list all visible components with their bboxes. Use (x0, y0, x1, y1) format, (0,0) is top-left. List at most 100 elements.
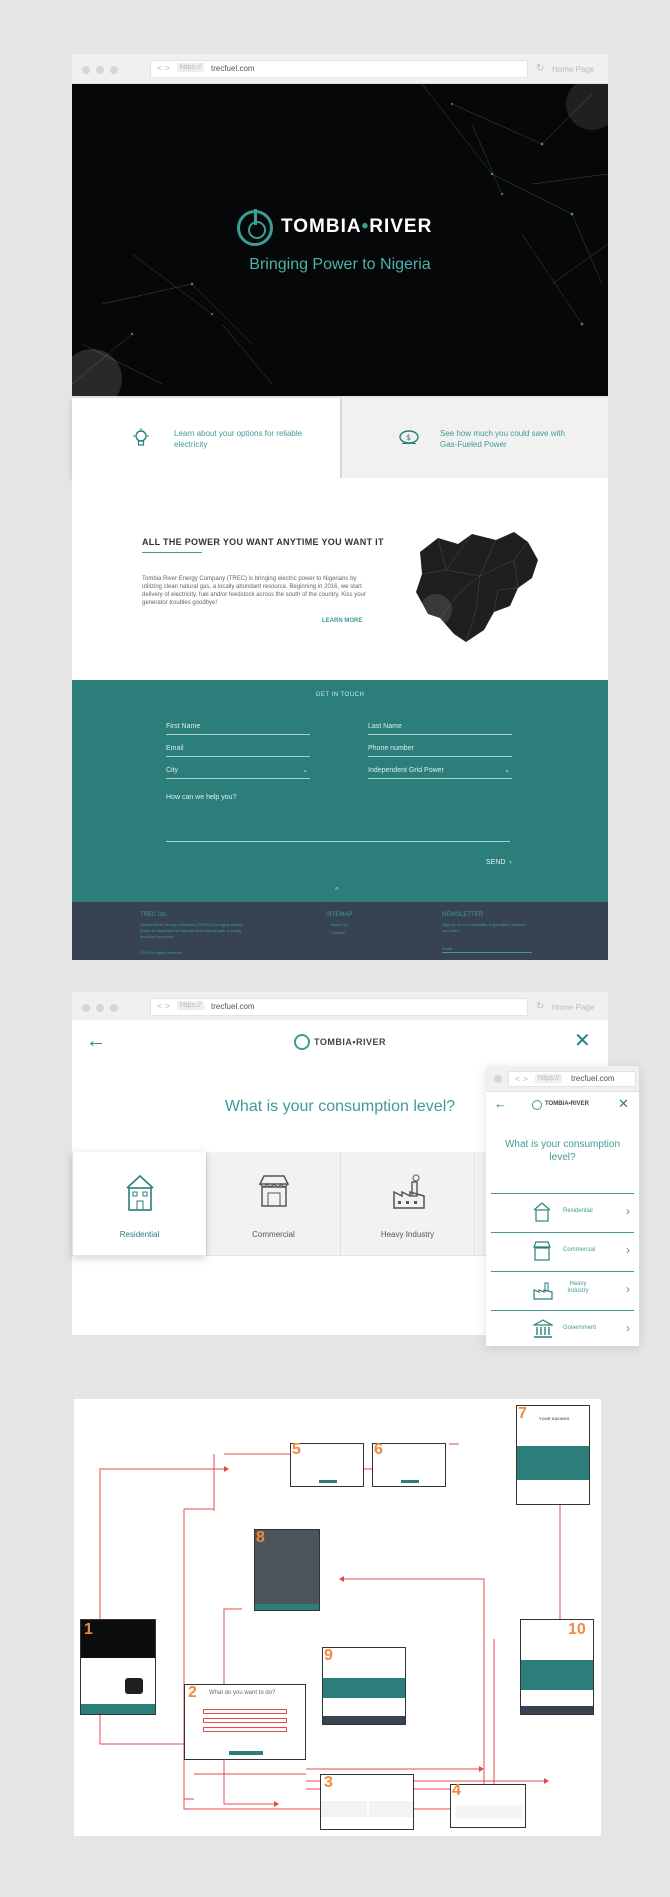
category-label: Commercial (252, 1230, 295, 1239)
window-minimize-dot[interactable] (96, 66, 104, 74)
house-icon (126, 1174, 154, 1211)
screen-thumbnail-band (323, 1678, 405, 1698)
back-arrow-icon[interactable]: ← (86, 1030, 106, 1053)
screen-thumbnail-option (203, 1709, 287, 1714)
phone-field[interactable]: Phone number (368, 745, 512, 757)
flow-screen-6[interactable] (372, 1443, 446, 1487)
back-forward-icon[interactable]: < > (515, 1074, 528, 1084)
about-title: ALL THE POWER YOU WANT ANYTIME YOU WANT … (142, 537, 384, 547)
message-textarea[interactable]: How can we help you? (166, 794, 510, 842)
url-text[interactable]: trecfuel.com (571, 1074, 615, 1083)
chevron-right-icon: › (626, 1321, 630, 1335)
url-text[interactable]: trecfuel.com (211, 1002, 255, 1011)
power-logo-icon (294, 1034, 310, 1050)
protocol-label: https:// (177, 63, 205, 72)
close-icon[interactable]: ✕ (574, 1028, 591, 1053)
mobile-option-heavy-industry[interactable]: Heavy Industry › (491, 1271, 634, 1309)
hero-section: TOMBIA•RIVER Bringing Power to Nigeria (72, 84, 608, 396)
close-icon[interactable]: ✕ (618, 1096, 629, 1112)
reload-icon[interactable]: ↻ (536, 63, 544, 74)
brand-name: TOMBIA•RIVER (314, 1037, 386, 1047)
screen-thumbnail-button (229, 1751, 263, 1755)
mobile-option-commercial[interactable]: Commercial › (491, 1232, 634, 1270)
nigeria-map-graphic (125, 1678, 143, 1694)
category-label: Heavy Industry (380, 1230, 435, 1239)
category-label: Residential (119, 1230, 160, 1239)
back-forward-icon[interactable]: < > (157, 63, 170, 73)
email-field[interactable]: Email (166, 745, 310, 757)
address-bar[interactable]: < > https:// trecfuel.com (508, 1071, 636, 1087)
scroll-top-icon[interactable]: ^ (335, 886, 339, 895)
learn-more-link[interactable]: LEARN MORE (322, 618, 362, 624)
footer-link-about[interactable]: About Us (331, 922, 371, 928)
footer-link-contact[interactable]: Contact (331, 930, 371, 936)
power-logo-icon (532, 1100, 542, 1110)
brand-logo[interactable]: TOMBIA•RIVER (532, 1100, 602, 1112)
home-page-label[interactable]: Home Page (552, 1003, 594, 1012)
chevron-right-icon: › (509, 859, 512, 866)
reload-icon[interactable]: ↻ (536, 1001, 544, 1012)
grid-power-select[interactable]: Independent Grid Power ⌄ (368, 767, 512, 779)
footer-sitemap-title: SITEMAP (326, 912, 353, 918)
step-number: 4 (452, 1782, 461, 1799)
mobile-browser-chrome: < > https:// trecfuel.com (486, 1066, 639, 1092)
back-arrow-icon[interactable]: ← (494, 1096, 507, 1111)
window-maximize-dot[interactable] (110, 66, 118, 74)
mobile-option-label: Heavy Industry (567, 1281, 589, 1294)
screen-thumbnail-title: YOUR SAVINGS (539, 1416, 570, 1421)
mobile-option-label: Commercial (563, 1247, 596, 1253)
address-bar[interactable]: < > https:// trecfuel.com (150, 60, 528, 78)
window-close-dot[interactable] (494, 1075, 502, 1083)
mobile-option-residential[interactable]: Residential › (491, 1193, 634, 1231)
category-heavy-industry[interactable]: Heavy Industry (340, 1152, 474, 1256)
category-residential[interactable]: Residential (72, 1152, 206, 1256)
category-commercial[interactable]: Commercial (206, 1152, 340, 1256)
screen-thumbnail-button (319, 1480, 337, 1483)
window-maximize-dot[interactable] (110, 1004, 118, 1012)
option-card-learn[interactable]: Learn about your options for reliable el… (72, 398, 340, 478)
window-minimize-dot[interactable] (96, 1004, 104, 1012)
first-name-field[interactable]: First Name (166, 723, 310, 735)
option-card-savings[interactable]: $ See how much you could save with Gas-F… (342, 398, 608, 478)
url-text[interactable]: trecfuel.com (211, 64, 255, 73)
city-select[interactable]: City ⌄ (166, 767, 310, 779)
address-bar[interactable]: < > https:// trecfuel.com (150, 998, 528, 1016)
brand-name: TOMBIA•RIVER (281, 216, 433, 237)
flow-screen-2[interactable]: What do you want to do? (184, 1684, 306, 1760)
flow-screen-5[interactable] (290, 1443, 364, 1487)
user-flow-diagram: 1 What do you want to do? 2 3 4 5 6 YOUR… (74, 1399, 601, 1836)
flow-screen-3[interactable] (320, 1774, 414, 1830)
storefront-icon (533, 1241, 551, 1261)
contact-section: GET IN TOUCH First Name Last Name Email … (72, 680, 608, 902)
last-name-field[interactable]: Last Name (368, 723, 512, 735)
flow-screen-4[interactable] (450, 1784, 526, 1828)
window-close-dot[interactable] (82, 1004, 90, 1012)
chevron-down-icon: ⌄ (504, 767, 510, 774)
chevron-down-icon: ⌄ (302, 767, 308, 774)
about-body: Tombia River Energy Company (TREC) is br… (142, 576, 366, 606)
screen-thumbnail-band (521, 1660, 593, 1690)
option-learn-text: Learn about your options for reliable el… (174, 429, 303, 449)
send-button-label: SEND (486, 859, 506, 866)
back-forward-icon[interactable]: < > (157, 1001, 170, 1011)
brand-logo[interactable]: TOMBIA•RIVER (237, 209, 457, 246)
newsletter-email-field[interactable]: Email (442, 946, 532, 953)
government-building-icon (533, 1319, 553, 1338)
flow-screen-7[interactable]: YOUR SAVINGS (516, 1405, 590, 1505)
footer-copyright: 2015 All rights reserved (140, 950, 182, 955)
protocol-label: https:// (177, 1001, 205, 1010)
step-number: 6 (374, 1441, 383, 1458)
chevron-right-icon: › (626, 1204, 630, 1218)
option-savings-text: See how much you could save with Gas-Fue… (440, 429, 565, 449)
mobile-question: What is your consumption level? (504, 1139, 621, 1163)
flow-screen-9[interactable] (322, 1647, 406, 1725)
power-logo-icon (237, 209, 273, 246)
brand-name: TOMBIA•RIVER (545, 1101, 589, 1107)
send-button[interactable]: SEND › (486, 859, 512, 866)
grid-power-select-label: Independent Grid Power (368, 767, 444, 774)
window-close-dot[interactable] (82, 66, 90, 74)
home-page-label[interactable]: Home Page (552, 65, 594, 74)
step-number: 3 (324, 1774, 333, 1791)
mobile-option-government[interactable]: Government › (491, 1310, 634, 1348)
brand-logo[interactable]: TOMBIA•RIVER (294, 1034, 414, 1052)
